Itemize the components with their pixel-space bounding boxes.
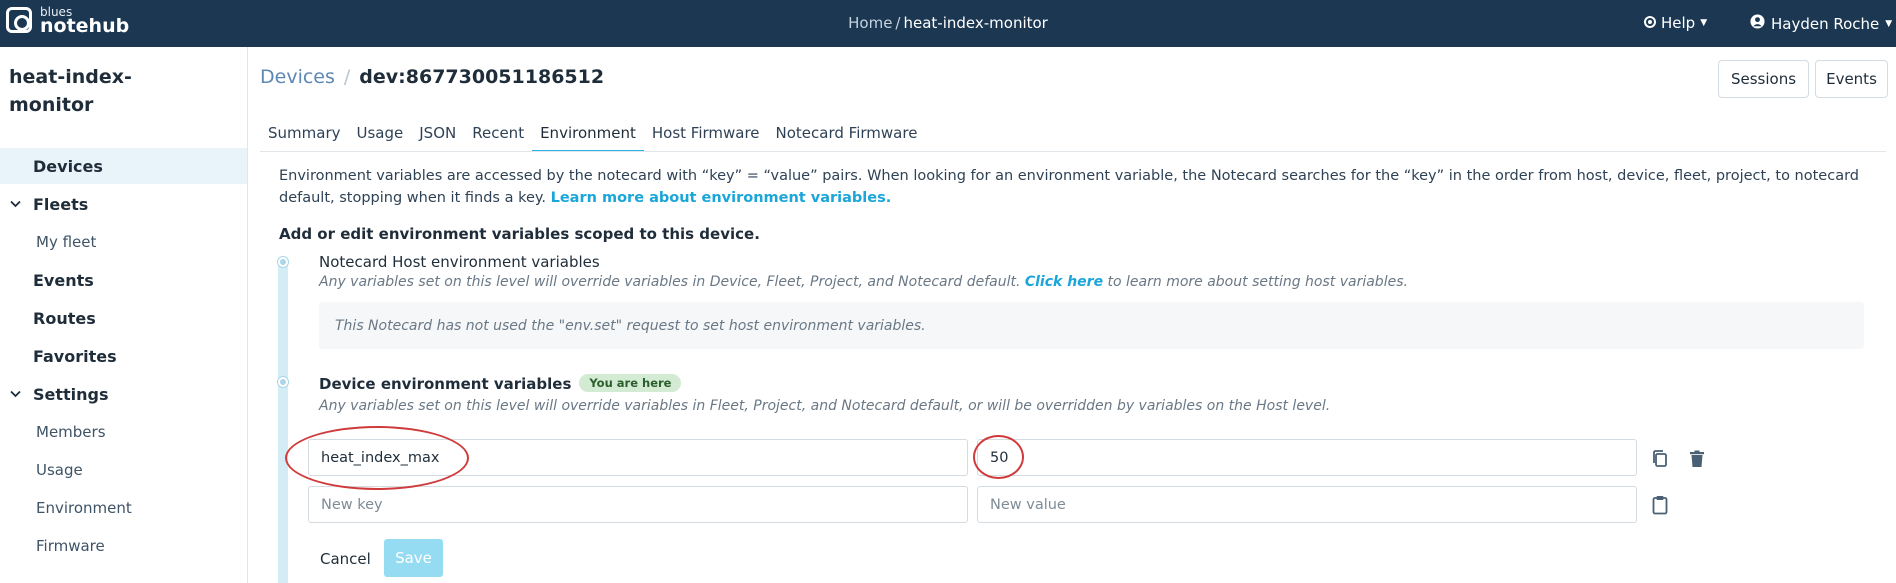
sidebar-item-label: Members: [36, 423, 106, 441]
variable-value-input[interactable]: [977, 439, 1637, 476]
sidebar-item-label: Environment: [36, 499, 132, 517]
device-id: dev:867730051186512: [359, 66, 605, 88]
device-section-desc: Any variables set on this level will ove…: [319, 398, 1331, 414]
sidebar-item-label: Favorites: [33, 346, 117, 366]
intro-text: Environment variables are accessed by th…: [279, 168, 1859, 206]
sidebar-item-environment[interactable]: Environment: [0, 490, 247, 526]
sidebar-item-fleets[interactable]: Fleets: [0, 186, 247, 222]
environment-intro: Environment variables are accessed by th…: [279, 165, 1879, 209]
sidebar-item-label: Events: [33, 270, 94, 290]
host-click-here-link[interactable]: Click here: [1025, 274, 1103, 290]
user-menu[interactable]: Hayden Roche ▼: [1750, 14, 1892, 33]
help-label: Help: [1661, 14, 1696, 32]
tab-environment[interactable]: Environment: [532, 120, 644, 152]
sidebar-item-usage[interactable]: Usage: [0, 452, 247, 488]
host-section-title: Notecard Host environment variables: [319, 253, 600, 271]
sidebar-item-firmware[interactable]: Firmware: [0, 528, 247, 564]
chevron-down-icon[interactable]: [10, 387, 21, 401]
sidebar-item-favorites[interactable]: Favorites: [0, 338, 247, 374]
events-button[interactable]: Events: [1815, 60, 1888, 98]
variable-key-input[interactable]: [308, 439, 968, 476]
sidebar-item-devices[interactable]: Devices: [0, 148, 247, 184]
host-empty-note: This Notecard has not used the "env.set"…: [319, 302, 1864, 349]
sidebar-item-members[interactable]: Members: [0, 414, 247, 450]
new-value-input[interactable]: [977, 486, 1637, 523]
sessions-button[interactable]: Sessions: [1718, 60, 1809, 98]
sidebar-item-routes[interactable]: Routes: [0, 300, 247, 336]
tab-json[interactable]: JSON: [411, 120, 464, 152]
help-menu[interactable]: Help ▼: [1644, 14, 1707, 32]
user-circle-icon: [1750, 14, 1765, 33]
tabs-divider: [260, 151, 1886, 152]
chevron-down-icon[interactable]: [10, 197, 21, 211]
device-section-title: Device environment variables You are here: [319, 374, 682, 393]
devices-link[interactable]: Devices: [260, 66, 335, 88]
sidebar-item-label: Fleets: [33, 194, 89, 214]
breadcrumb: Home / heat-index-monitor: [0, 14, 1896, 32]
save-button[interactable]: Save: [384, 539, 443, 577]
scope-timeline: [278, 256, 288, 583]
host-level-dot: [278, 257, 288, 267]
tab-host-firmware[interactable]: Host Firmware: [644, 120, 768, 152]
tab-notecard-firmware[interactable]: Notecard Firmware: [768, 120, 926, 152]
tab-summary[interactable]: Summary: [260, 120, 349, 152]
page-title: Devices / dev:867730051186512: [260, 66, 604, 88]
sidebar-item-events[interactable]: Events: [0, 262, 247, 298]
sidebar-item-label: My fleet: [36, 233, 97, 251]
top-navbar: blues notehub Home / heat-index-monitor He…: [0, 0, 1896, 47]
sidebar-item-settings[interactable]: Settings: [0, 376, 247, 412]
breadcrumb-separator: /: [895, 14, 901, 32]
host-section-desc: Any variables set on this level will ove…: [319, 274, 1408, 290]
sidebar-item-my-fleet[interactable]: My fleet: [0, 224, 247, 260]
device-level-dot: [278, 377, 288, 387]
host-desc-after: to learn more about setting host variabl…: [1107, 274, 1408, 290]
you-are-here-badge: You are here: [579, 374, 682, 392]
sidebar-item-label: Settings: [33, 384, 109, 404]
paste-icon[interactable]: [1649, 494, 1671, 516]
device-section-title-text: Device environment variables: [319, 375, 572, 393]
trash-icon[interactable]: [1686, 448, 1708, 470]
tab-usage[interactable]: Usage: [349, 120, 412, 152]
lifebuoy-icon: [1644, 14, 1656, 32]
project-title: heat-index-monitor: [9, 66, 132, 116]
copy-icon[interactable]: [1649, 448, 1671, 470]
chevron-down-icon: ▼: [1700, 18, 1708, 28]
sidebar-item-label: Firmware: [36, 537, 105, 555]
new-key-input[interactable]: [308, 486, 968, 523]
cancel-button[interactable]: Cancel: [320, 550, 371, 568]
device-tabs: Summary Usage JSON Recent Environment Ho…: [260, 120, 925, 152]
host-desc-before: Any variables set on this level will ove…: [319, 274, 1021, 290]
user-name: Hayden Roche: [1771, 14, 1880, 33]
page-title-separator: /: [343, 66, 351, 88]
learn-more-link[interactable]: Learn more about environment variables.: [551, 190, 892, 206]
sidebar: heat-index-monitor Devices Fleets My fle…: [0, 47, 248, 583]
sidebar-item-label: Routes: [33, 308, 96, 328]
breadcrumb-current: heat-index-monitor: [903, 14, 1048, 32]
breadcrumb-home[interactable]: Home: [848, 14, 892, 32]
scope-title: Add or edit environment variables scoped…: [279, 225, 760, 243]
sidebar-item-label: Devices: [33, 156, 103, 176]
chevron-down-icon: ▼: [1885, 18, 1893, 29]
tab-recent[interactable]: Recent: [464, 120, 532, 152]
sidebar-item-label: Usage: [36, 461, 83, 479]
